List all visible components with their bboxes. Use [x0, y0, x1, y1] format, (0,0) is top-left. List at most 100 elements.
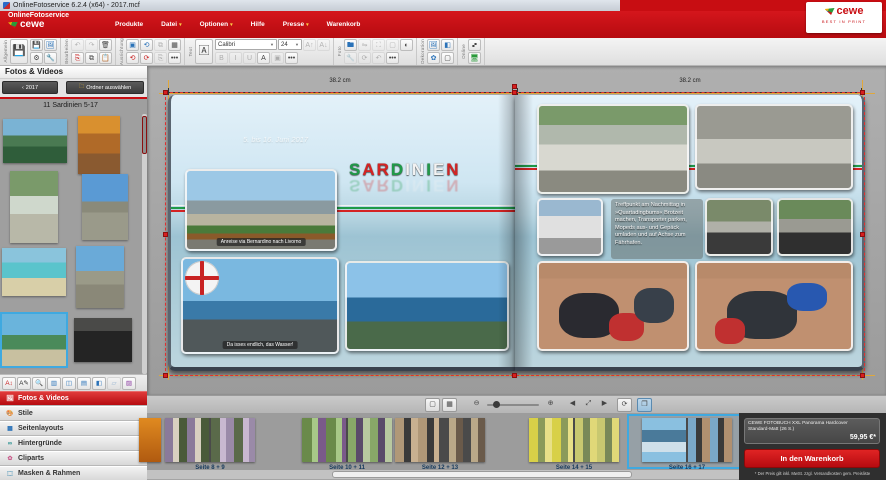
photo-luggage-1[interactable] [537, 261, 689, 351]
photo-villa[interactable] [345, 261, 509, 351]
photo-edit-button[interactable]: 🔧 [344, 52, 357, 64]
photo-folder-button[interactable]: 🖿 [344, 39, 357, 51]
grid-view-button[interactable]: ▦ [442, 398, 457, 412]
zoom-slider-knob[interactable] [493, 401, 500, 408]
search-button[interactable]: 🔍 [32, 377, 46, 390]
arrange-front-button[interactable]: ⧉ [154, 39, 167, 51]
settings-button[interactable]: ⚙ [30, 52, 43, 64]
frame-button[interactable]: ▢ [441, 52, 454, 64]
underline-button[interactable]: U [243, 52, 256, 64]
photo-luggage-2[interactable] [695, 261, 853, 351]
view-small-button[interactable]: ▥ [47, 377, 61, 390]
redo-button[interactable]: ↷ [85, 39, 98, 51]
text-frame-button[interactable]: 🄰 [195, 39, 213, 64]
selection-handle-se[interactable] [860, 373, 865, 378]
share-button[interactable]: 🙾 [468, 39, 481, 51]
crop-button[interactable]: ⛶ [372, 39, 385, 51]
photo-thumbnail[interactable] [74, 318, 132, 362]
view-large-button[interactable]: ▤ [77, 377, 91, 390]
font-select[interactable]: Calibri▼ [215, 39, 277, 50]
folder-back-button[interactable]: ‹ 2017 [2, 81, 58, 94]
photo-mountain[interactable]: Anreise via Bernardino nach Livorno [185, 169, 337, 251]
photo-couple[interactable] [537, 104, 689, 194]
next-page-button[interactable]: ▶ [597, 398, 612, 412]
photo-motorbikes-2[interactable] [777, 198, 853, 256]
view-list-button[interactable]: ◧ [92, 377, 106, 390]
rotate-right-button[interactable]: ⟳ [140, 52, 153, 64]
menu-produkte[interactable]: Produkte [115, 21, 143, 28]
paste-button[interactable]: 📋 [99, 52, 112, 64]
undo-button[interactable]: ↶ [71, 39, 84, 51]
italic-button[interactable]: I [229, 52, 242, 64]
selection-handle-e[interactable] [860, 232, 865, 237]
align-button[interactable]: ▣ [126, 39, 139, 51]
view-medium-button[interactable]: ◫ [62, 377, 76, 390]
selection-handle-rotate[interactable] [512, 84, 517, 89]
photo-undo-button[interactable]: ↶ [372, 52, 385, 64]
photo-motorbikes-1[interactable] [705, 198, 773, 256]
align-text-button[interactable]: ▣ [271, 52, 284, 64]
menu-warenkorb[interactable]: Warenkorb [327, 21, 361, 28]
menu-hilfe[interactable]: Hilfe [251, 21, 265, 28]
photo-rotate-button[interactable]: ⟳ [358, 52, 371, 64]
more-text-button[interactable]: ••• [285, 52, 298, 64]
nav-fotos-videos[interactable]: 🖼 Fotos & Videos [0, 391, 147, 406]
export-image-button[interactable]: 🖼 [44, 39, 57, 51]
photo-coast[interactable]: Da isses endlich, das Wasser! [181, 257, 339, 354]
zoom-in-button[interactable]: ⊕ [543, 398, 558, 412]
photo-caption[interactable]: Da isses endlich, das Wasser! [223, 341, 298, 349]
photo-thumbnail[interactable] [82, 174, 128, 240]
rotate-page-button[interactable]: ⟳ [617, 398, 632, 412]
delete-button[interactable]: 🗑 [99, 39, 112, 51]
page-thumbnail-14-15[interactable] [529, 418, 619, 462]
font-size-select[interactable]: 24▼ [278, 39, 302, 50]
copy-button[interactable]: ⧉ [85, 52, 98, 64]
sort-button[interactable]: A↕ [2, 377, 16, 390]
editor-canvas[interactable]: 38.2 cm 38.2 cm 5. bis 16. Juni 2017 SAR… [147, 66, 886, 395]
more-arrange-button[interactable]: ••• [168, 52, 181, 64]
photo-thumbnail[interactable] [78, 116, 120, 174]
rename-button[interactable]: A✎ [17, 377, 31, 390]
page-left[interactable]: 5. bis 16. Juni 2017 SARDINIEN SARDINIEN… [168, 95, 516, 371]
page-thumbnail-16-17[interactable] [642, 418, 732, 462]
menu-datei[interactable]: Datei▾ [161, 21, 181, 28]
rotate-left-button[interactable]: ⟲ [126, 52, 139, 64]
zoom-out-button[interactable]: ⊖ [469, 398, 484, 412]
rotate-ccw-button[interactable]: ⟲ [140, 39, 153, 51]
photo-thumbnail[interactable] [76, 246, 124, 308]
nav-stile[interactable]: 🎨 Stile [0, 406, 147, 421]
single-page-view-button[interactable]: ▢ [425, 398, 440, 412]
group-button[interactable]: ⎘ [154, 52, 167, 64]
selection-handle-sw[interactable] [163, 373, 168, 378]
photo-thumbnail[interactable] [10, 171, 58, 243]
font-smaller-button[interactable]: A↓ [317, 39, 330, 51]
mask-button[interactable]: ◧ [441, 39, 454, 51]
bold-button[interactable]: B [215, 52, 228, 64]
nav-masken-rahmen[interactable]: ⬚ Masken & Rahmen [0, 466, 147, 480]
nav-cliparts[interactable]: ✿ Cliparts [0, 451, 147, 466]
flip-button[interactable]: ⇋ [358, 39, 371, 51]
font-bigger-button[interactable]: A↑ [303, 39, 316, 51]
zoom-slider[interactable] [487, 404, 539, 406]
cut-button[interactable]: ⎘ [71, 52, 84, 64]
font-color-button[interactable]: A [257, 52, 270, 64]
photo-table-group[interactable] [695, 104, 853, 190]
page-thumbnail-8-9[interactable] [165, 418, 255, 462]
photo-caption[interactable]: Anreise via Bernardino nach Livorno [217, 238, 306, 246]
menu-presse[interactable]: Presse▾ [283, 21, 309, 28]
add-to-cart-button[interactable]: In den Warenkorb [744, 449, 880, 468]
selection-handle-s[interactable] [512, 373, 517, 378]
fit-view-button[interactable]: ⤢ [581, 398, 596, 412]
more-photo-button[interactable]: ••• [386, 52, 399, 64]
tools-button[interactable]: 🔧 [44, 52, 57, 64]
save-as-button[interactable]: 💾 [30, 39, 43, 51]
effect-button[interactable]: ◐ [400, 39, 413, 51]
photo-van[interactable] [537, 198, 603, 256]
selection-handle-w[interactable] [163, 232, 168, 237]
choose-folder-button[interactable]: 🗀 Ordner auswählen [66, 81, 144, 94]
date-text[interactable]: 5. bis 16. Juni 2017 [243, 135, 308, 144]
page-thumbnail-10-11[interactable] [302, 418, 392, 462]
prev-page-button[interactable]: ◀ [565, 398, 580, 412]
photo-thumbnail[interactable] [3, 119, 67, 163]
selection-handle-ne[interactable] [860, 90, 865, 95]
